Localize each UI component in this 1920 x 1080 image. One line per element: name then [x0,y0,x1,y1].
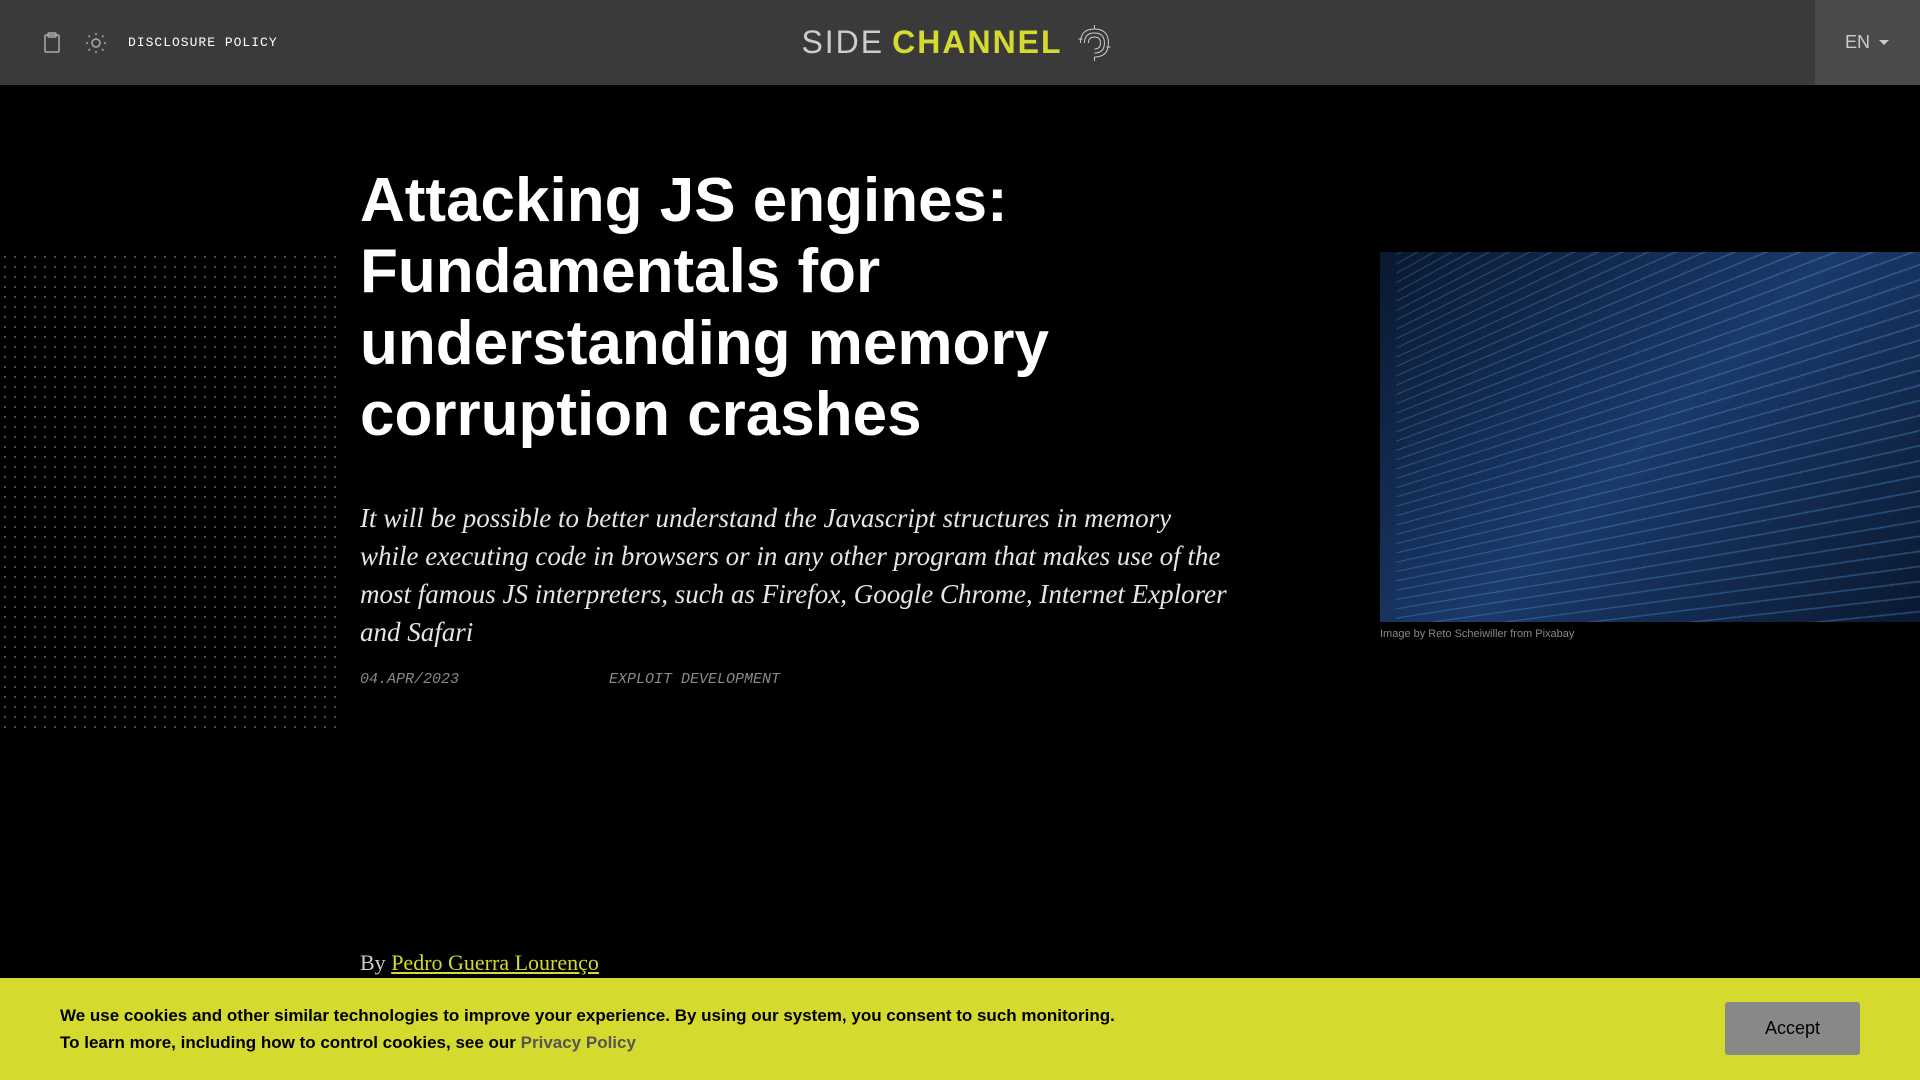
byline-prefix: By [360,950,391,975]
hero-content: Attacking JS engines: Fundamentals for u… [360,165,1230,688]
cookie-text-line1: We use cookies and other similar technol… [60,1006,1115,1025]
image-credit: Image by Reto Scheiwiller from Pixabay [1380,628,1920,640]
language-selector[interactable]: EN [1815,0,1920,85]
article-subtitle: It will be possible to better understand… [360,500,1230,651]
author-link[interactable]: Pedro Guerra Lourenço [391,950,599,975]
article-date: 04.APR/2023 [360,671,459,688]
nav-link[interactable]: DISCLOSURE POLICY [128,35,278,50]
cookie-accept-button[interactable]: Accept [1725,1002,1860,1055]
language-label: EN [1845,32,1870,53]
logo-text-side: SIDE [801,24,884,61]
logo-text-channel: CHANNEL [892,24,1062,61]
hero-section: Attacking JS engines: Fundamentals for u… [0,85,1920,688]
article-category: EXPLOIT DEVELOPMENT [609,671,780,688]
logo-fingerprint-icon [1071,19,1119,67]
article-title: Attacking JS engines: Fundamentals for u… [360,165,1230,450]
cookie-text: We use cookies and other similar technol… [60,1002,1115,1056]
header-nav-links: DISCLOSURE POLICY [128,35,278,50]
clipboard-icon[interactable] [40,31,64,55]
sun-icon[interactable] [84,31,108,55]
article-meta: 04.APR/2023 EXPLOIT DEVELOPMENT [360,671,1230,688]
chevron-down-icon [1878,39,1890,47]
site-header: DISCLOSURE POLICY SIDECHANNEL EN [0,0,1920,85]
privacy-policy-link[interactable]: Privacy Policy [521,1033,636,1052]
article-byline: By Pedro Guerra Lourenço [360,950,599,976]
cookie-text-line2-prefix: To learn more, including how to control … [60,1033,521,1052]
dot-pattern-decoration [0,252,340,732]
hero-image [1380,252,1920,622]
cookie-banner: We use cookies and other similar technol… [0,978,1920,1080]
header-left-group: DISCLOSURE POLICY [40,31,278,55]
site-logo[interactable]: SIDECHANNEL [801,19,1118,67]
hero-image-wrap: Image by Reto Scheiwiller from Pixabay [1380,252,1920,640]
